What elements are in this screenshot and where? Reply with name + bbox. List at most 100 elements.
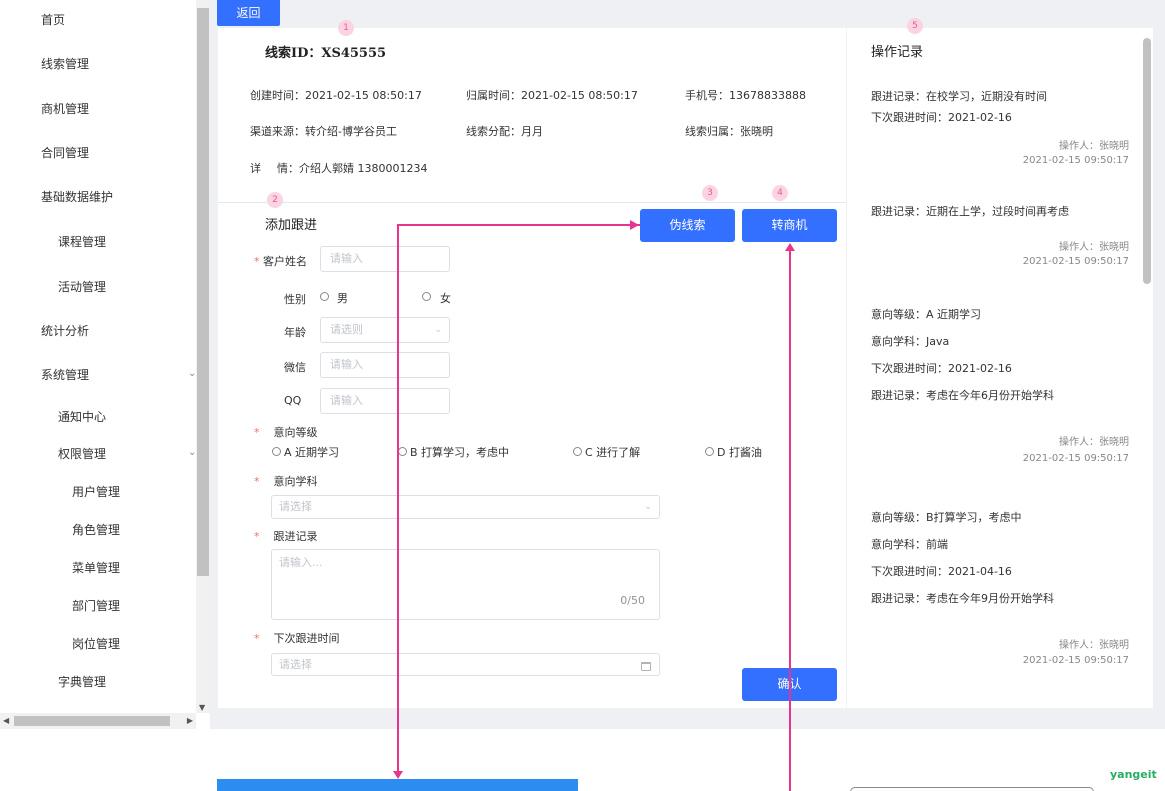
gender-male-radio[interactable] bbox=[320, 292, 329, 301]
annotation-badge-3: 3 bbox=[702, 185, 718, 201]
wechat-label: 微信 bbox=[284, 361, 306, 374]
created-time: 创建时间：2021-02-15 08:50:17 bbox=[250, 89, 422, 102]
sidebar-item-home[interactable]: 首页 bbox=[41, 11, 65, 28]
scrollbar-thumb[interactable] bbox=[14, 716, 170, 726]
gender-male-label[interactable]: 男 bbox=[337, 290, 348, 306]
annotation-badge-2: 2 bbox=[267, 192, 283, 208]
sidebar-item-dictionary[interactable]: 字典管理 bbox=[58, 673, 106, 690]
qq-label: QQ bbox=[284, 394, 302, 407]
record-time: 2021-02-15 09:50:17 bbox=[1022, 453, 1129, 464]
level-a-label[interactable]: A 近期学习 bbox=[284, 444, 339, 460]
sidebar-item-users[interactable]: 用户管理 bbox=[72, 483, 120, 500]
level-b-radio[interactable] bbox=[398, 447, 407, 456]
sidebar-item-statistics[interactable]: 统计分析 bbox=[41, 322, 89, 339]
section-divider bbox=[218, 202, 846, 203]
record-scrollbar[interactable] bbox=[1141, 28, 1153, 708]
level-d-radio[interactable] bbox=[705, 447, 714, 456]
age-select[interactable]: 请选则 ⌄ bbox=[320, 317, 450, 343]
intent-subject-label: * 意向学科 bbox=[254, 475, 318, 488]
record-placeholder: 请输入... bbox=[279, 556, 323, 569]
sidebar-item-clues[interactable]: 线索管理 bbox=[41, 55, 89, 72]
sidebar-item-system[interactable]: 系统管理 bbox=[41, 366, 89, 383]
scroll-down-icon[interactable]: ▼ bbox=[199, 703, 205, 712]
sidebar-item-base-data[interactable]: 基础数据维护 bbox=[41, 188, 113, 205]
wechat-input[interactable]: 请输入 bbox=[320, 352, 450, 378]
detail-value: 情：介绍人郭婧 1380001234 bbox=[277, 162, 428, 175]
annotation-arrow-line bbox=[397, 224, 640, 226]
chevron-down-icon[interactable]: ⌄ bbox=[188, 368, 196, 379]
chevron-down-icon: ⌄ bbox=[644, 502, 652, 512]
watermark-logo: yangeit bbox=[1110, 768, 1157, 781]
scroll-left-icon[interactable]: ◀ bbox=[3, 716, 9, 725]
channel-source: 渠道来源：转介绍-博学谷员工 bbox=[250, 125, 397, 138]
intent-level-label: * 意向等级 bbox=[254, 426, 318, 439]
scrollbar-thumb[interactable] bbox=[1143, 38, 1151, 284]
gender-label: 性别 bbox=[284, 293, 306, 306]
annotation-arrow-line bbox=[789, 250, 791, 791]
sidebar-item-roles[interactable]: 角色管理 bbox=[72, 521, 120, 538]
record-line: 跟进记录：考虑在今年9月份开始学科 bbox=[871, 592, 1054, 605]
record-operator: 操作人：张晓明 bbox=[1059, 437, 1129, 448]
sidebar: 首页 线索管理 商机管理 合同管理 基础数据维护 课程管理 活动管理 统计分析 … bbox=[0, 0, 196, 705]
scroll-right-icon[interactable]: ▶ bbox=[187, 716, 193, 725]
gender-female-radio[interactable] bbox=[422, 292, 431, 301]
sidebar-item-opportunities[interactable]: 商机管理 bbox=[41, 100, 89, 117]
clue-distribution: 线索分配：月月 bbox=[466, 125, 543, 138]
phone-number: 手机号：13678833888 bbox=[685, 89, 806, 102]
next-followup-date-picker[interactable]: 请选择 bbox=[271, 653, 660, 676]
sidebar-horizontal-scrollbar[interactable]: ◀ ▶ bbox=[0, 713, 196, 729]
sidebar-item-permissions[interactable]: 权限管理 bbox=[58, 445, 106, 462]
record-operator: 操作人：张晓明 bbox=[1059, 640, 1129, 651]
level-b-label[interactable]: B 打算学习，考虑中 bbox=[410, 444, 509, 460]
clue-owner: 线索归属：张晓明 bbox=[685, 125, 773, 138]
record-char-counter: 0/50 bbox=[620, 594, 645, 607]
level-c-label[interactable]: C 进行了解 bbox=[585, 444, 640, 460]
record-line: 意向等级：A 近期学习 bbox=[871, 308, 982, 321]
age-select-placeholder: 请选则 bbox=[330, 323, 363, 336]
gender-female-label[interactable]: 女 bbox=[440, 290, 451, 306]
followup-record-textarea[interactable]: 请输入... 0/50 bbox=[271, 549, 660, 620]
annotation-badge-4: 4 bbox=[772, 185, 788, 201]
level-c-radio[interactable] bbox=[573, 447, 582, 456]
record-line: 意向学科：前端 bbox=[871, 538, 948, 551]
sidebar-scrollbar[interactable]: ▼ bbox=[196, 0, 210, 713]
customer-name-label: * 客户姓名 bbox=[254, 255, 307, 268]
record-time: 2021-02-15 09:50:17 bbox=[1022, 655, 1129, 666]
sidebar-item-positions[interactable]: 岗位管理 bbox=[72, 635, 120, 652]
chevron-down-icon: ⌄ bbox=[434, 325, 442, 335]
next-page-preview-bar bbox=[217, 779, 578, 791]
calendar-icon bbox=[641, 662, 651, 671]
to-opportunity-button[interactable]: 转商机 bbox=[742, 209, 837, 242]
arrow-right-icon bbox=[630, 220, 639, 230]
sidebar-item-contracts[interactable]: 合同管理 bbox=[41, 144, 89, 161]
customer-name-input[interactable]: 请输入 bbox=[320, 246, 450, 272]
sidebar-item-courses[interactable]: 课程管理 bbox=[58, 233, 106, 250]
age-label: 年龄 bbox=[284, 326, 306, 339]
back-button[interactable]: 返回 bbox=[217, 0, 280, 26]
clue-id: 线索ID：XS45555 bbox=[265, 46, 387, 61]
sidebar-item-activities[interactable]: 活动管理 bbox=[58, 278, 106, 295]
fake-clue-button[interactable]: 伪线索 bbox=[640, 209, 735, 242]
chevron-down-icon[interactable]: ⌄ bbox=[188, 447, 196, 458]
record-line: 跟进记录：考虑在今年6月份开始学科 bbox=[871, 389, 1054, 402]
record-line: 下次跟进时间：2021-02-16 bbox=[871, 111, 1012, 124]
scrollbar-thumb[interactable] bbox=[197, 8, 209, 576]
record-operator: 操作人：张晓明 bbox=[1059, 141, 1129, 152]
qq-input[interactable]: 请输入 bbox=[320, 388, 450, 414]
record-line: 意向等级：B打算学习，考虑中 bbox=[871, 511, 1022, 524]
sidebar-item-notifications[interactable]: 通知中心 bbox=[58, 408, 106, 425]
record-line: 下次跟进时间：2021-04-16 bbox=[871, 565, 1012, 578]
level-a-radio[interactable] bbox=[272, 447, 281, 456]
sidebar-item-departments[interactable]: 部门管理 bbox=[72, 597, 120, 614]
record-line: 跟进记录：在校学习，近期没有时间 bbox=[871, 90, 1047, 103]
level-d-label[interactable]: D 打酱油 bbox=[717, 444, 762, 460]
sidebar-item-menus[interactable]: 菜单管理 bbox=[72, 559, 120, 576]
record-time: 2021-02-15 09:50:17 bbox=[1022, 155, 1129, 166]
record-operator: 操作人：张晓明 bbox=[1059, 242, 1129, 253]
arrow-down-icon bbox=[393, 771, 403, 779]
assigned-time: 归属时间：2021-02-15 08:50:17 bbox=[466, 89, 638, 102]
intent-subject-select[interactable]: 请选择 ⌄ bbox=[271, 495, 660, 519]
next-followup-time-label: * 下次跟进时间 bbox=[254, 632, 340, 645]
date-picker-placeholder: 请选择 bbox=[279, 658, 312, 671]
detail-label: 详 bbox=[250, 162, 261, 175]
